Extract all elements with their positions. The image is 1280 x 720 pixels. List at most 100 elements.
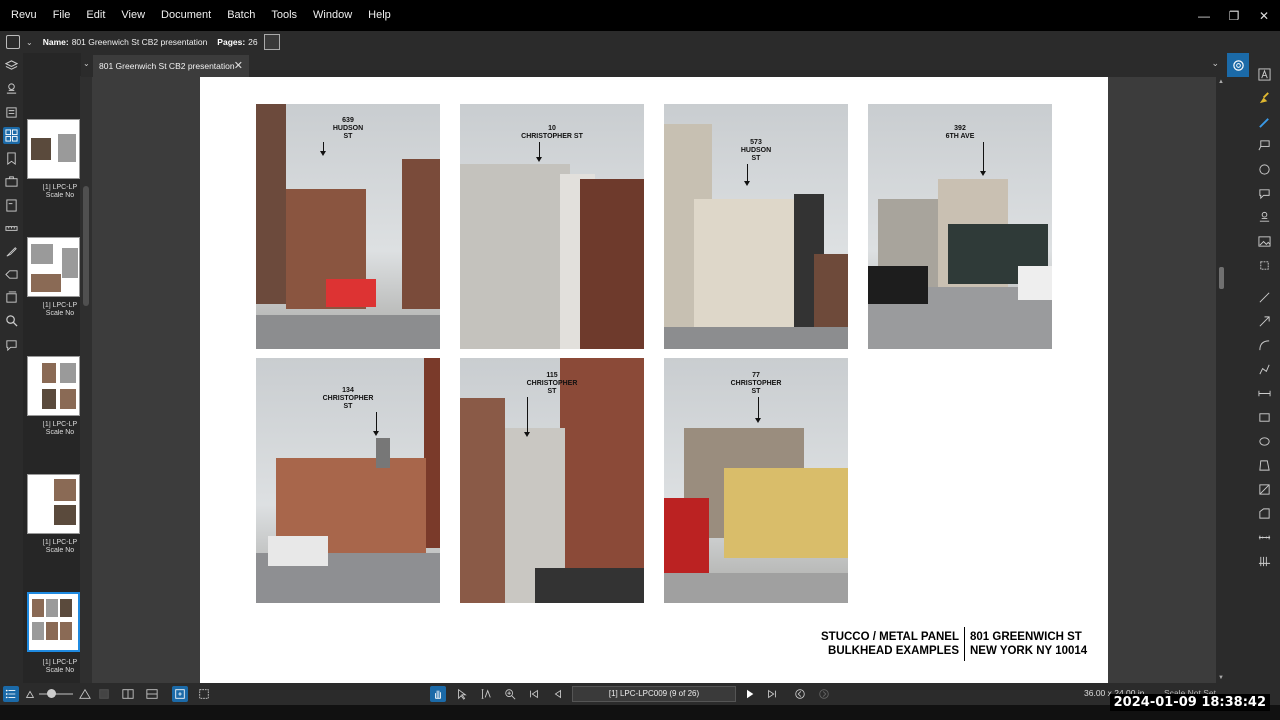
menu-revu[interactable]: Revu xyxy=(0,0,45,31)
zoom-slider[interactable] xyxy=(39,689,73,698)
back-view-icon[interactable] xyxy=(792,686,808,702)
photo-label-suffix: ST xyxy=(343,403,353,410)
zoom-out-triangle-icon[interactable] xyxy=(23,686,37,702)
status-bar: [1] LPC-LPC009 (9 of 26) 36.00 x 24.00 i… xyxy=(0,683,1280,705)
callout-icon[interactable] xyxy=(1256,137,1272,153)
menu-document[interactable]: Document xyxy=(153,0,219,31)
chevron-down-icon[interactable]: ⌄ xyxy=(26,38,33,47)
dimension-icon[interactable] xyxy=(1256,385,1272,401)
count-icon[interactable] xyxy=(1256,553,1272,569)
thumbnail-page[interactable] xyxy=(27,119,80,179)
arrow-icon[interactable] xyxy=(1256,313,1272,329)
measure-icon[interactable] xyxy=(3,220,20,237)
sync-icon[interactable] xyxy=(172,686,188,702)
document-icon[interactable] xyxy=(6,35,20,49)
thumbnail-label: [1] LPC-LP xyxy=(42,421,78,428)
last-page-icon[interactable] xyxy=(764,686,780,702)
length-icon[interactable] xyxy=(1256,529,1272,545)
highlighter-icon[interactable] xyxy=(1256,90,1272,106)
cloud-icon[interactable] xyxy=(1256,161,1272,177)
photo-134-christopher-st: 134 CHRISTOPHER ST xyxy=(256,358,440,603)
photo-label-number: 573 xyxy=(750,139,762,146)
menu-file[interactable]: File xyxy=(45,0,79,31)
single-page-icon[interactable] xyxy=(96,686,112,702)
perimeter-icon[interactable] xyxy=(1256,505,1272,521)
menu-tools[interactable]: Tools xyxy=(263,0,305,31)
document-tabs: ⌄ 801 Greenwich St CB2 presentation ✕ ⌄ xyxy=(81,53,1227,77)
comments-icon[interactable] xyxy=(3,336,20,353)
photo-392-6th-ave: 392 6TH AVE xyxy=(868,104,1052,349)
select-pointer-icon[interactable] xyxy=(454,686,470,702)
pan-hand-icon[interactable] xyxy=(430,686,446,702)
photo-10-christopher-st: 10 CHRISTOPHER ST xyxy=(460,104,644,349)
chevron-down-icon[interactable]: ⌄ xyxy=(83,59,90,68)
thumbnail-page[interactable] xyxy=(27,237,80,297)
previous-page-icon[interactable] xyxy=(550,686,566,702)
split-vertical-icon[interactable] xyxy=(120,686,136,702)
right-toolbar xyxy=(1227,53,1280,683)
tab-document[interactable]: 801 Greenwich St CB2 presentation ✕ xyxy=(93,55,249,77)
tag-icon[interactable] xyxy=(3,266,20,283)
line-icon[interactable] xyxy=(1256,289,1272,305)
chevron-down-icon[interactable]: ⌄ xyxy=(1211,58,1219,69)
menu-help[interactable]: Help xyxy=(360,0,399,31)
first-page-icon[interactable] xyxy=(526,686,542,702)
settings-icon[interactable] xyxy=(1227,53,1249,77)
page-setup-icon[interactable] xyxy=(263,34,280,50)
arc-icon[interactable] xyxy=(1256,337,1272,353)
toolchest-icon[interactable] xyxy=(3,173,20,190)
menu-window[interactable]: Window xyxy=(305,0,360,31)
area-measure-icon[interactable] xyxy=(1256,481,1272,497)
signature-icon[interactable] xyxy=(3,243,20,260)
crop-icon[interactable] xyxy=(1256,257,1272,273)
bookmarks-icon[interactable] xyxy=(3,150,20,167)
minimize-button[interactable]: — xyxy=(1189,0,1219,31)
vertical-scrollbar[interactable]: ▲ ▼ xyxy=(1216,77,1227,683)
image-icon[interactable] xyxy=(1256,233,1272,249)
select-text-icon[interactable] xyxy=(478,686,494,702)
ellipse-icon[interactable] xyxy=(1256,433,1272,449)
rectangle-icon[interactable] xyxy=(1256,409,1272,425)
polyline-icon[interactable] xyxy=(1256,361,1272,377)
thumbnail-page[interactable] xyxy=(27,356,80,416)
search-icon[interactable] xyxy=(3,312,20,329)
close-icon[interactable]: ✕ xyxy=(234,59,243,72)
thumbnail-scale: Scale No xyxy=(45,192,75,199)
zoom-icon[interactable] xyxy=(502,686,518,702)
photo-label-number: 392 xyxy=(954,125,966,132)
recording-timestamp: 2024-01-09 18:38:42 xyxy=(1109,694,1270,711)
menu-edit[interactable]: Edit xyxy=(78,0,113,31)
next-page-icon[interactable] xyxy=(742,686,758,702)
list-view-icon[interactable] xyxy=(3,686,19,702)
text-box-icon[interactable] xyxy=(1256,66,1272,82)
tab-title: 801 Greenwich St CB2 presentation xyxy=(99,61,235,71)
zoom-in-triangle-icon[interactable] xyxy=(77,686,93,702)
menu-view[interactable]: View xyxy=(113,0,153,31)
sets-icon[interactable] xyxy=(3,289,20,306)
split-horizontal-icon[interactable] xyxy=(144,686,160,702)
menu-batch[interactable]: Batch xyxy=(219,0,263,31)
comment-icon[interactable] xyxy=(1256,185,1272,201)
document-canvas[interactable]: 639 HUDSON ST 10 CHRISTOPHER ST 573 HUDS… xyxy=(92,77,1216,683)
page-number-field[interactable]: [1] LPC-LPC009 (9 of 26) xyxy=(572,686,736,702)
thumbnail-page[interactable] xyxy=(27,474,80,534)
thumbnails-scrollbar[interactable] xyxy=(80,76,92,683)
markups-list-icon[interactable] xyxy=(3,104,20,121)
photo-label-street: CHRISTOPHER xyxy=(730,380,782,387)
forms-icon[interactable] xyxy=(3,197,20,214)
thumbnail-page-selected[interactable] xyxy=(27,592,80,652)
stamp-icon[interactable] xyxy=(3,80,20,97)
layers-icon[interactable] xyxy=(3,57,20,74)
thumbnails-icon[interactable] xyxy=(3,127,20,144)
pen-icon[interactable] xyxy=(1256,114,1272,130)
close-window-button[interactable]: ✕ xyxy=(1249,0,1279,31)
sheet-title-line2: BULKHEAD EXAMPLES xyxy=(828,645,959,657)
photo-115-christopher-st: 115 CHRISTOPHER ST xyxy=(460,358,644,603)
forward-view-icon[interactable] xyxy=(816,686,832,702)
stamp-tool-icon[interactable] xyxy=(1256,209,1272,225)
restore-button[interactable]: ❐ xyxy=(1219,0,1249,31)
photo-label-suffix: ST xyxy=(751,155,761,162)
snapshot-icon[interactable] xyxy=(196,686,212,702)
taskbar-strip xyxy=(0,705,1280,720)
polygon-icon[interactable] xyxy=(1256,457,1272,473)
